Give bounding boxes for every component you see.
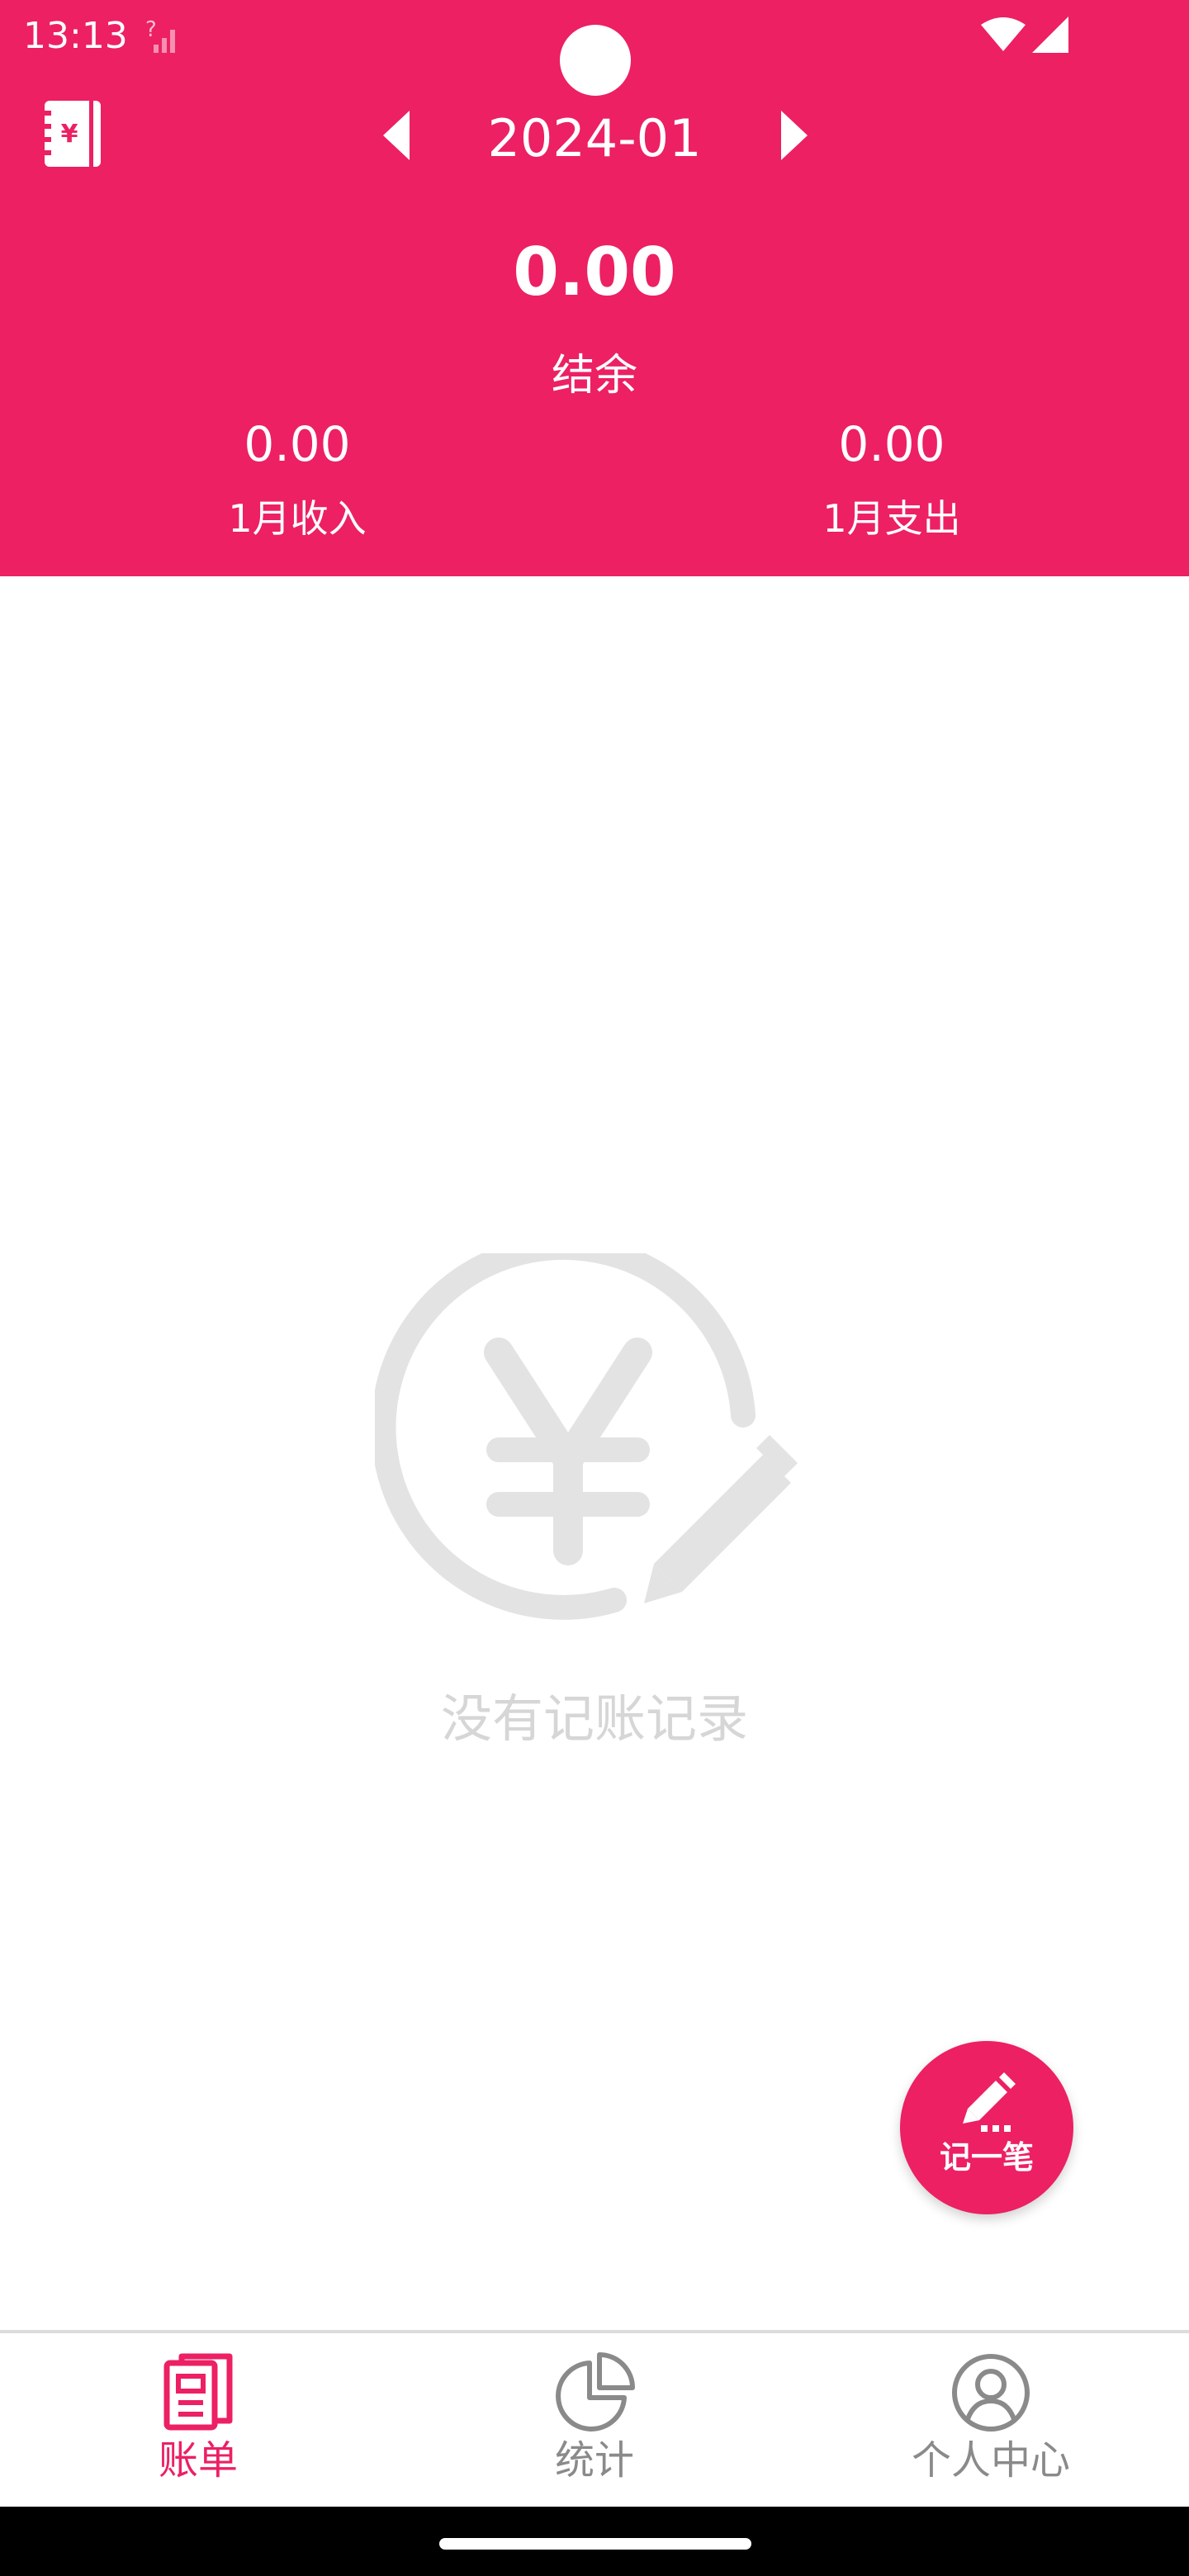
current-month-label[interactable]: 2024-01: [429, 106, 760, 172]
svg-text:¥: ¥: [61, 120, 78, 149]
income-value: 0.00: [244, 416, 351, 472]
next-month-arrow-icon[interactable]: [779, 109, 809, 162]
expense-label: 1月支出: [822, 496, 961, 541]
system-navigation-bar: [0, 2507, 1189, 2576]
summary-header: 13:13 ? ¥ 2024-01 0.00 结余 0.00 1月收入 0.00…: [0, 0, 1189, 576]
empty-ledger-icon: [375, 1253, 798, 1620]
nav-label-statistics: 统计: [554, 2437, 634, 2484]
balance-value: 0.00: [513, 234, 676, 310]
nav-item-profile[interactable]: 个人中心: [793, 2333, 1189, 2508]
pencil-icon: [963, 2072, 1016, 2132]
home-gesture-handle[interactable]: [439, 2538, 751, 2550]
add-record-button[interactable]: 记一笔: [900, 2041, 1073, 2214]
bottom-navigation: 账单 统计 个人中心: [0, 2330, 1189, 2508]
sim-unknown-glyph: ?: [145, 17, 157, 42]
prev-month-arrow-icon[interactable]: [381, 109, 411, 162]
status-time: 13:13: [23, 15, 128, 57]
balance-label: 结余: [551, 351, 637, 400]
empty-state-message: 没有记账记录: [440, 1688, 748, 1749]
pie-chart-icon: [556, 2352, 635, 2432]
nav-item-statistics[interactable]: 统计: [396, 2333, 793, 2508]
nav-label-bills: 账单: [158, 2437, 238, 2484]
nav-label-profile: 个人中心: [911, 2437, 1070, 2484]
camera-cutout: [560, 25, 631, 96]
ledger-book-icon[interactable]: ¥: [41, 99, 104, 168]
bill-list-icon: [163, 2353, 233, 2431]
expense-value: 0.00: [838, 416, 945, 472]
wifi-icon: [981, 17, 1026, 51]
cell-signal-icon: [1032, 17, 1068, 53]
income-label: 1月收入: [228, 496, 367, 541]
add-record-label: 记一笔: [939, 2139, 1034, 2176]
sim-signal-icon: ?: [145, 17, 175, 53]
user-profile-icon: [952, 2354, 1030, 2432]
nav-item-bills[interactable]: 账单: [0, 2333, 396, 2508]
